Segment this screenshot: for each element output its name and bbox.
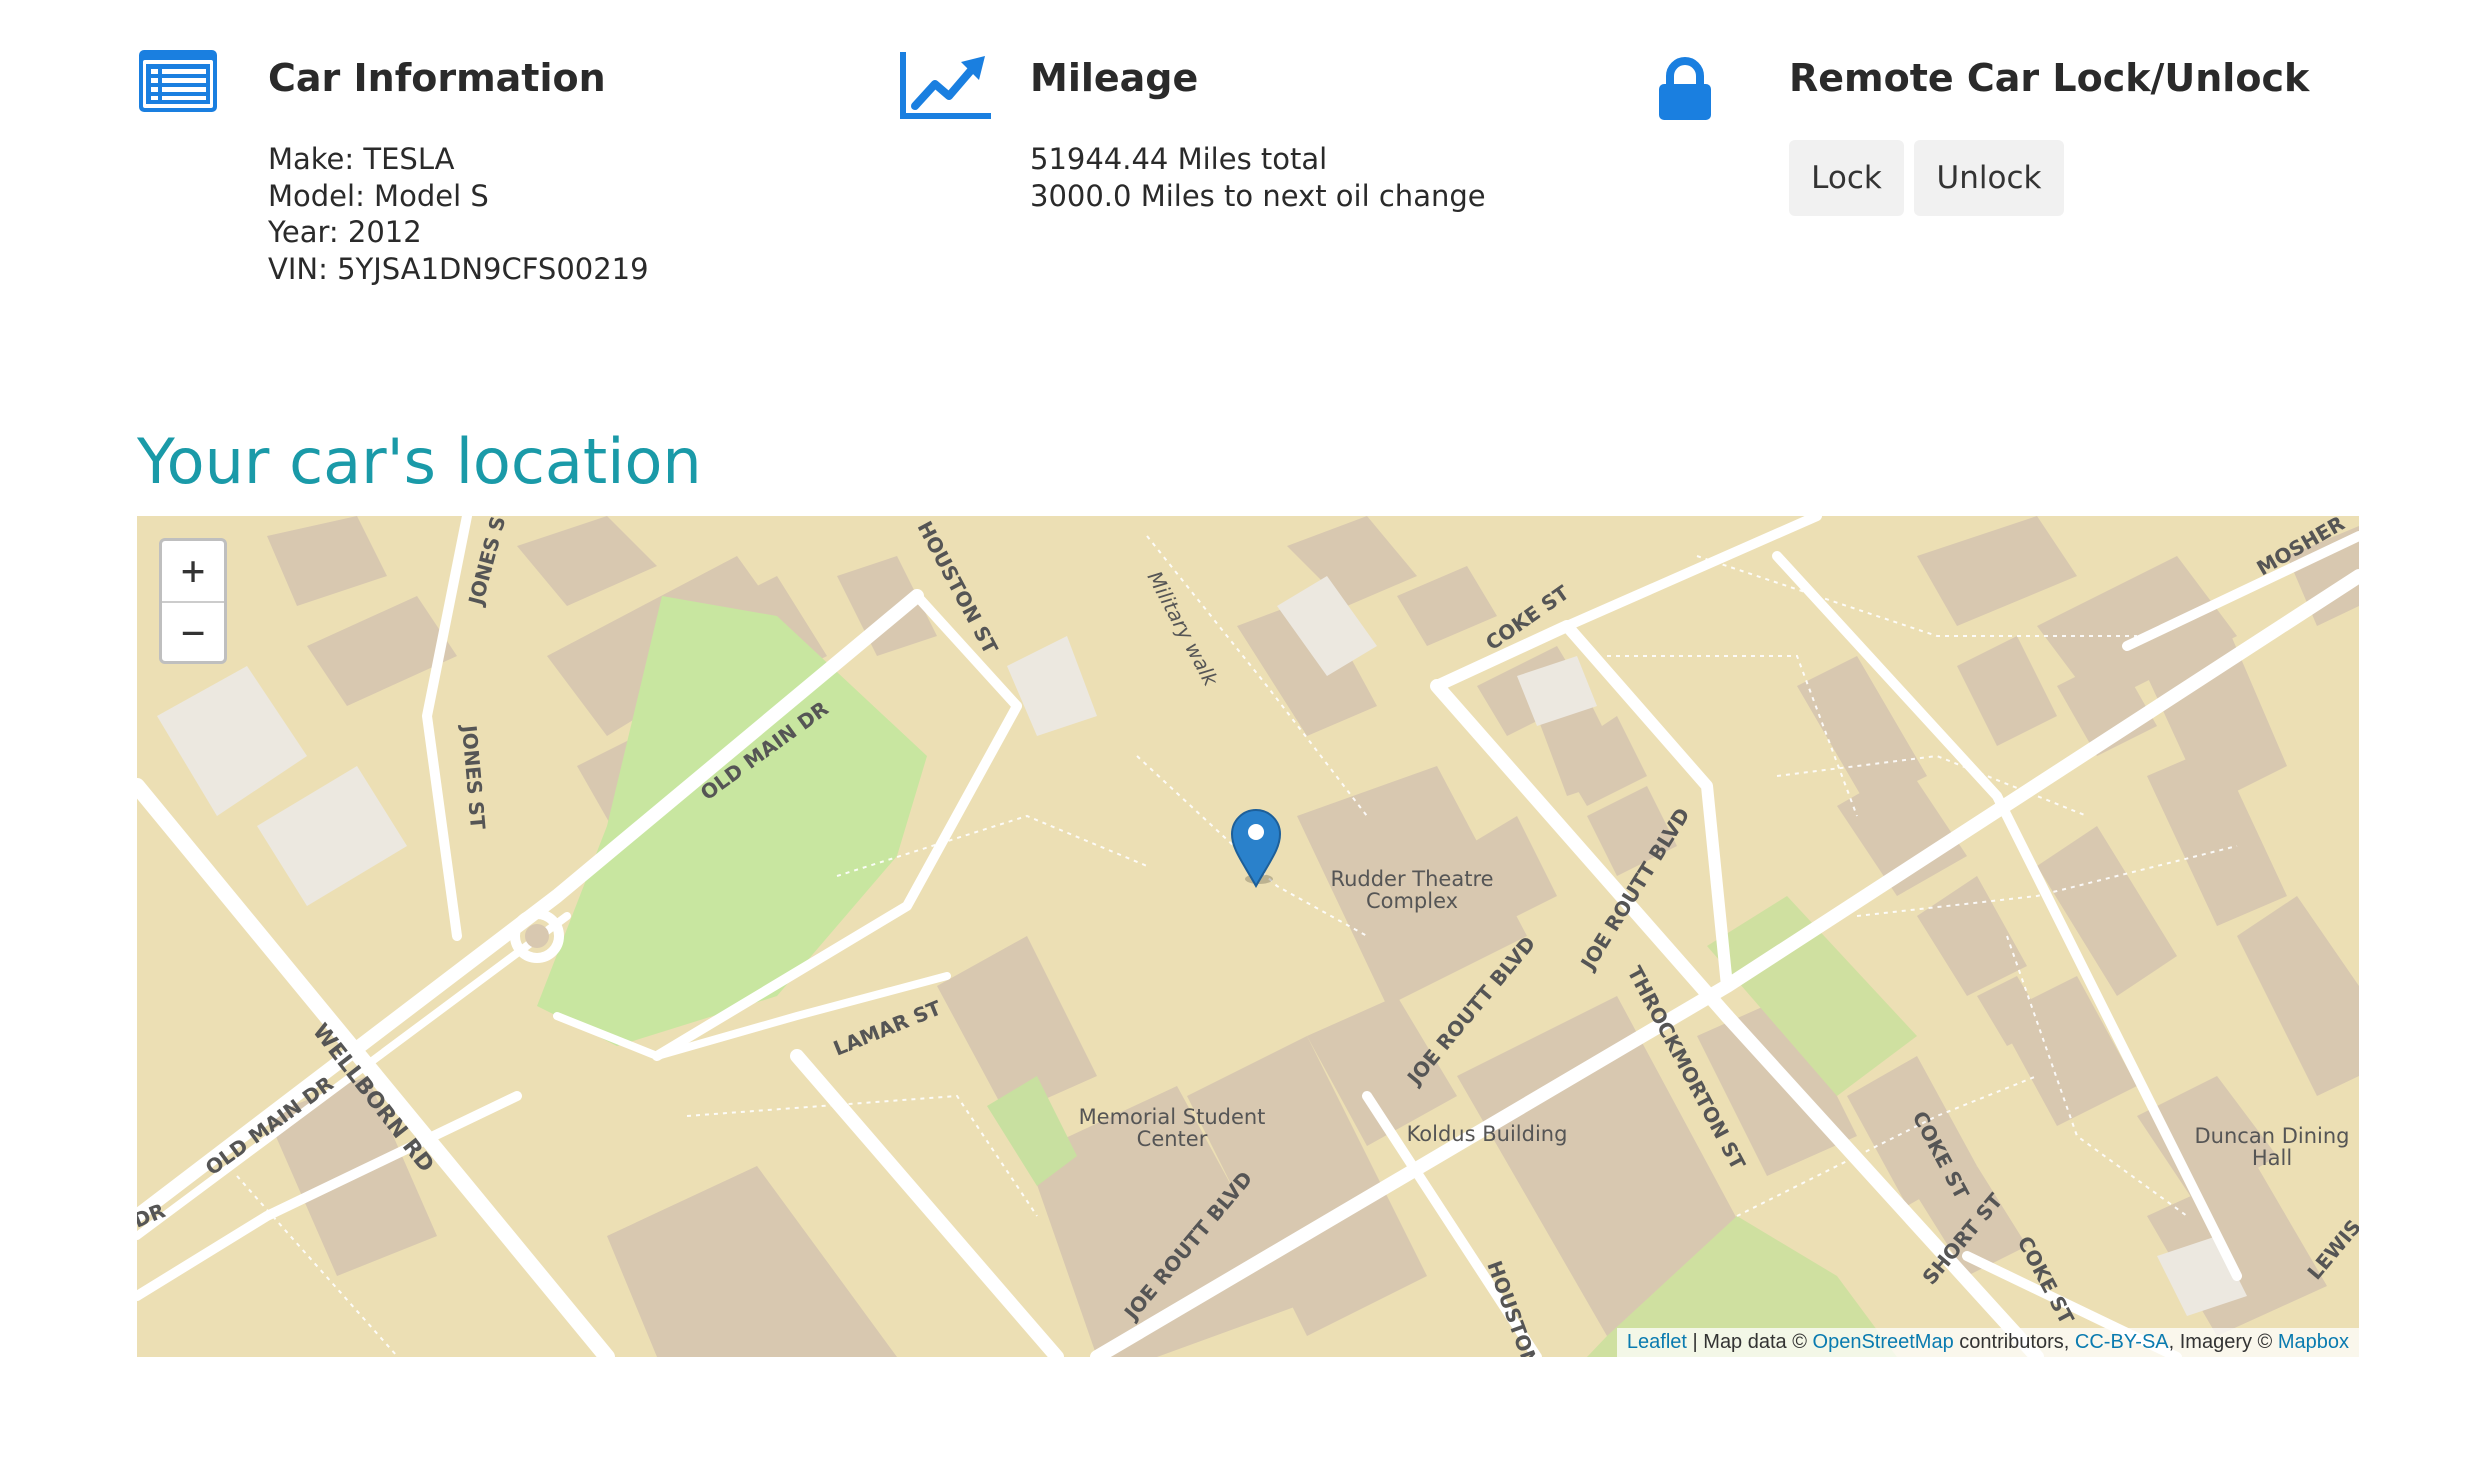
car-info-title: Car Information [268,56,606,100]
mileage-oil-change: 3000.0 Miles to next oil change [1030,178,1486,213]
osm-link[interactable]: OpenStreetMap [1813,1331,1954,1353]
car-location-map[interactable]: HOUSTON ST JONES ST JONES ST Military wa… [137,516,2359,1357]
mapbox-link[interactable]: Mapbox [2278,1331,2349,1353]
car-info-details: Make: TESLA Model: Model S Year: 2012 VI… [268,141,649,287]
zoom-control: + − [159,538,227,664]
lock-icon [1656,56,1714,126]
zoom-out-button[interactable]: − [162,601,224,661]
map-attribution: Leaflet | Map data © OpenStreetMap contr… [1616,1328,2359,1357]
car-year: Year: 2012 [268,215,422,249]
leaflet-link[interactable]: Leaflet [1627,1331,1687,1353]
label-rudder-1: Rudder Theatre [1330,867,1493,891]
attribution-text-3: , Imagery © [2168,1331,2278,1353]
zoom-in-button[interactable]: + [162,541,224,601]
map-tiles: HOUSTON ST JONES ST JONES ST Military wa… [137,516,2359,1357]
attribution-text-1: | Map data © [1686,1331,1813,1353]
lock-button[interactable]: Lock [1789,140,1904,216]
mileage-total: 51944.44 Miles total [1030,142,1328,176]
label-rudder-2: Complex [1366,889,1458,913]
car-vin: VIN: 5YJSA1DN9CFS00219 [268,251,649,286]
attribution-text-2: contributors, [1953,1331,2075,1353]
label-koldus: Koldus Building [1407,1122,1568,1146]
car-make: Make: TESLA [268,142,455,176]
list-icon [137,48,219,118]
mileage-title: Mileage [1030,56,1199,100]
car-model: Model: Model S [268,178,489,213]
label-msc-1: Memorial Student [1079,1105,1266,1129]
label-msc-2: Center [1137,1127,1208,1151]
remote-lock-title: Remote Car Lock/Unlock [1789,56,2310,100]
location-title: Your car's location [137,425,702,498]
mileage-details: 51944.44 Miles total 3000.0 Miles to nex… [1030,141,1486,214]
label-duncan-2: Hall [2252,1146,2292,1170]
unlock-button[interactable]: Unlock [1914,140,2064,216]
chart-line-icon [899,48,995,124]
cc-link[interactable]: CC-BY-SA [2075,1331,2169,1353]
label-duncan-1: Duncan Dining [2195,1124,2350,1148]
